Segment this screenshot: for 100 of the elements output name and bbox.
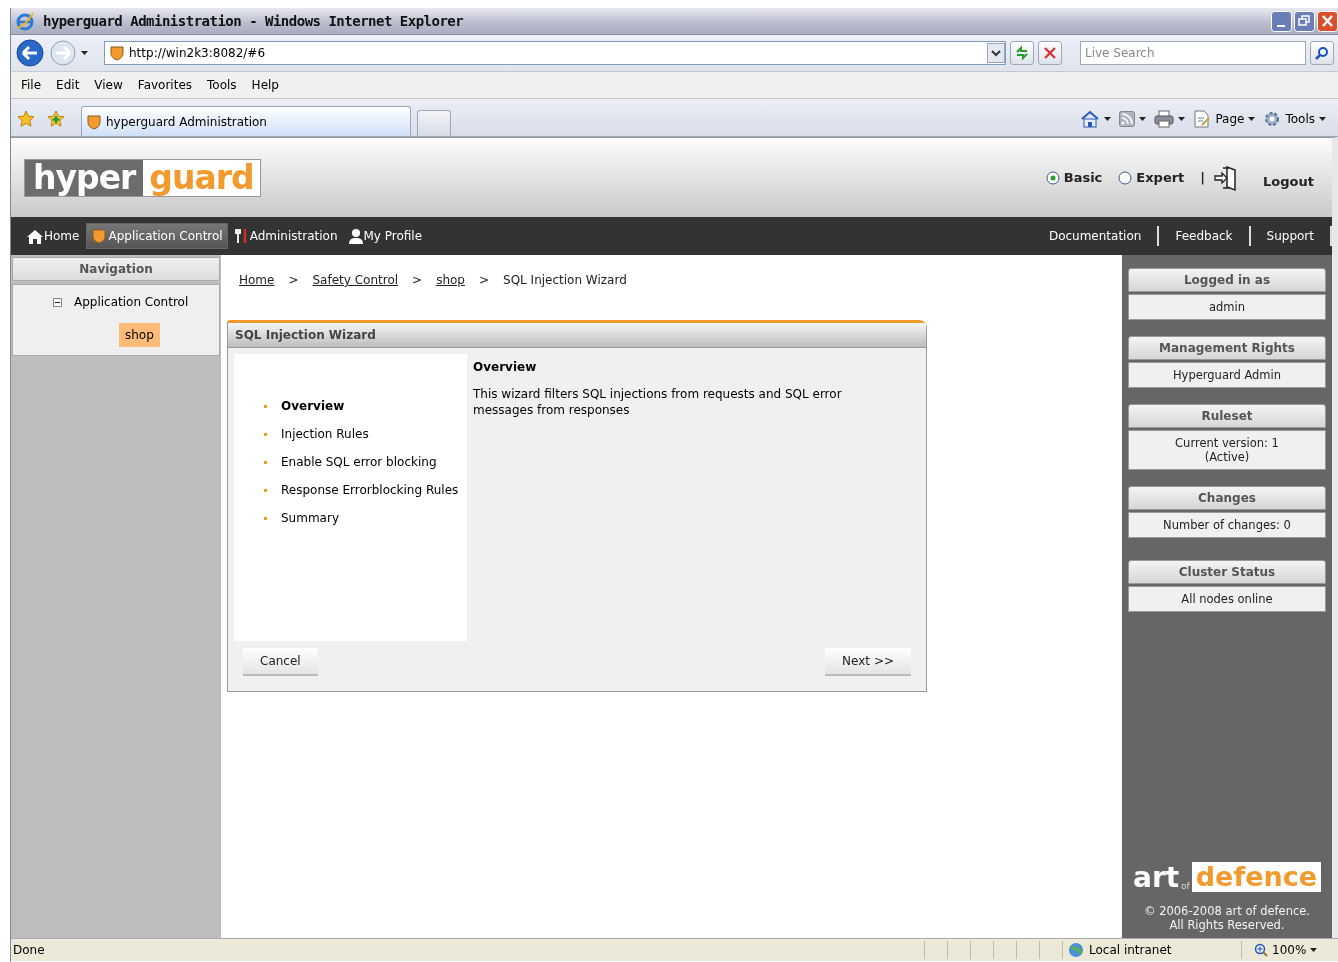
- tree-item[interactable]: shop: [119, 323, 160, 347]
- gear-icon[interactable]: [1263, 110, 1282, 128]
- zoom-control[interactable]: 100%: [1241, 941, 1338, 959]
- shield-icon: [91, 228, 108, 244]
- status-text: Done: [12, 943, 46, 957]
- divider-text: |: [1200, 170, 1206, 185]
- panel-header: Ruleset: [1128, 404, 1326, 428]
- nav-tab[interactable]: Administration: [230, 224, 342, 248]
- search-button[interactable]: [1310, 41, 1334, 65]
- home-icon[interactable]: [1080, 110, 1101, 128]
- bullet-icon: [264, 488, 267, 492]
- overview-heading: Overview: [473, 360, 538, 374]
- wizard-step: Response Errorblocking Rules: [281, 482, 459, 498]
- header-link[interactable]: Support: [1250, 226, 1332, 246]
- breadcrumb-link[interactable]: shop: [436, 273, 465, 287]
- minimize-icon[interactable]: [1271, 10, 1292, 32]
- mode-radio[interactable]: Basic: [1045, 170, 1103, 185]
- back-icon[interactable]: [15, 38, 45, 68]
- bullet-icon: [264, 516, 267, 520]
- logout-icon[interactable]: [1213, 163, 1238, 192]
- caret-icon: [1248, 117, 1256, 121]
- printer-icon[interactable]: [1154, 110, 1175, 128]
- tab-shield-icon: [86, 113, 102, 130]
- menu-item[interactable]: Favorites: [131, 78, 202, 92]
- panel-text: admin: [1207, 300, 1246, 314]
- caret-icon: [1310, 948, 1318, 952]
- bullet-icon: [264, 460, 267, 464]
- navigation-header: Navigation: [12, 257, 220, 281]
- page-menu-button[interactable]: Page: [1193, 110, 1256, 128]
- hyperguard-logo: hyper guard: [24, 158, 261, 197]
- stop-icon: [1043, 46, 1057, 60]
- caret-icon: [1104, 117, 1112, 121]
- logout-link[interactable]: Logout: [1263, 174, 1314, 189]
- globe-icon: [1067, 942, 1085, 958]
- refresh-icon: [1014, 45, 1030, 61]
- close-icon[interactable]: [1317, 10, 1338, 32]
- tools-menu-button[interactable]: Tools: [1263, 110, 1326, 128]
- copyright-text: All Rights Reserved.: [1168, 918, 1286, 932]
- caret-icon: [1178, 117, 1186, 121]
- panel-text: Hyperguard Admin: [1171, 368, 1283, 382]
- breadcrumb-link[interactable]: Safety Control: [312, 273, 399, 287]
- panel-header: Management Rights: [1128, 336, 1326, 360]
- header-link[interactable]: Documentation: [1032, 226, 1160, 246]
- new-tab-button[interactable]: [417, 110, 451, 136]
- site-shield-icon: [109, 45, 125, 61]
- search-field[interactable]: Live Search: [1080, 41, 1306, 65]
- panel-header: Changes: [1128, 486, 1326, 510]
- wizard-step: Summary: [281, 510, 339, 526]
- refresh-button[interactable]: [1010, 41, 1034, 65]
- window-title: hyperguard Administration - Windows Internet Explorer: [43, 13, 465, 29]
- bullet-icon: [264, 404, 267, 408]
- bullet-icon: [264, 432, 267, 436]
- add-favorite-icon[interactable]: [47, 110, 65, 128]
- collapse-icon[interactable]: [53, 297, 62, 307]
- cancel-button[interactable]: Cancel: [243, 648, 318, 676]
- menu-item[interactable]: File: [15, 78, 51, 92]
- nav-tab[interactable]: Home: [23, 224, 84, 248]
- menu-item[interactable]: Tools: [201, 78, 246, 92]
- panel-text: (Active): [1203, 450, 1251, 464]
- menu-item[interactable]: Edit: [50, 78, 89, 92]
- overview-description: This wizard filters SQL injections from requests and SQL error messages from responses: [473, 386, 843, 418]
- panel-text: All nodes online: [1180, 592, 1274, 606]
- stop-button[interactable]: [1038, 41, 1062, 65]
- caret-icon: [81, 51, 88, 55]
- panel-text: Number of changes: 0: [1162, 518, 1292, 532]
- zoom-icon: [1254, 943, 1268, 957]
- zone-text: Local intranet: [1089, 943, 1172, 957]
- breadcrumb-separator: >: [288, 273, 299, 287]
- menu-item[interactable]: View: [88, 78, 132, 92]
- panel-header: Logged in as: [1128, 268, 1326, 292]
- restore-icon[interactable]: [1294, 10, 1315, 32]
- home-icon: [27, 228, 43, 244]
- address-field[interactable]: http://win2k3:8082/#6: [104, 41, 1006, 65]
- mode-radio[interactable]: Expert: [1118, 170, 1185, 185]
- search-icon: [1315, 46, 1329, 60]
- wizard-step: Overview: [281, 398, 345, 414]
- wizard-step: Injection Rules: [281, 426, 369, 442]
- header-link[interactable]: Feedback: [1159, 226, 1251, 246]
- ie-logo-icon: [15, 11, 35, 31]
- person-icon: [348, 228, 363, 244]
- breadcrumb-current: SQL Injection Wizard: [503, 273, 627, 287]
- breadcrumb-separator: >: [412, 273, 423, 287]
- browser-tab[interactable]: hyperguard Administration: [81, 106, 411, 136]
- breadcrumb-separator: >: [478, 273, 490, 287]
- panel-header: Cluster Status: [1128, 560, 1326, 584]
- nav-tab[interactable]: Application Control: [86, 223, 228, 249]
- page-icon[interactable]: [1193, 110, 1212, 128]
- dropdown-icon[interactable]: [987, 43, 1005, 63]
- favorites-star-icon[interactable]: [17, 110, 35, 128]
- caret-icon: [1319, 117, 1326, 121]
- menu-item[interactable]: Help: [245, 78, 288, 92]
- breadcrumb-link[interactable]: Home: [239, 273, 275, 287]
- tools-icon: [234, 228, 249, 244]
- nav-tab[interactable]: My Profile: [344, 224, 427, 248]
- wizard-step: Enable SQL error blocking: [281, 454, 437, 470]
- copyright-text: © 2006-2008 art of defence.: [1144, 904, 1310, 918]
- tree-item[interactable]: Application Control: [74, 295, 189, 309]
- caret-icon: [1139, 117, 1147, 121]
- feed-icon[interactable]: [1119, 111, 1136, 127]
- next-button[interactable]: Next >>: [825, 648, 911, 676]
